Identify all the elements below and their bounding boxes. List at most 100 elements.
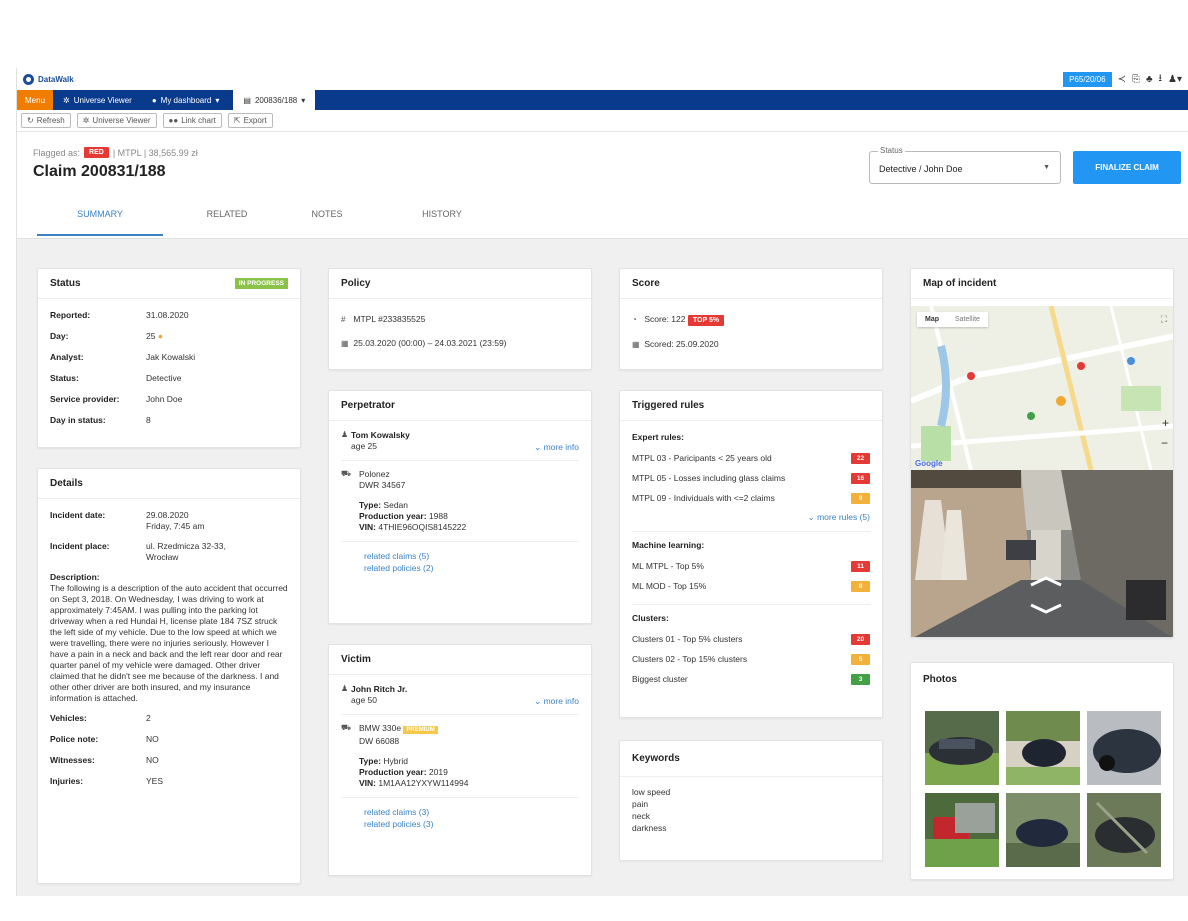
dot-icon: ● (157, 331, 163, 341)
card-title: Perpetrator (341, 400, 395, 411)
tab-history[interactable]: HISTORY (402, 209, 482, 219)
tab-claim[interactable]: ▤ 200836/188 ▾ (233, 90, 316, 110)
photo-thumbnail[interactable] (925, 793, 999, 867)
status-row: Service provider: John Doe (50, 389, 288, 410)
rule-row[interactable]: ML MOD - Top 15% 8 (632, 576, 870, 596)
user-icon[interactable]: ♟▾ (1168, 74, 1182, 85)
photo-thumbnail[interactable] (925, 711, 999, 785)
date-chip[interactable]: P65/20/06 (1063, 71, 1112, 87)
incident-date: 29.08.2020 (146, 510, 189, 520)
rule-row[interactable]: Clusters 02 - Top 15% clusters 5 (632, 649, 870, 669)
share-icon[interactable]: ≺ (1118, 74, 1126, 85)
related-policies-link[interactable]: related policies (2) (364, 562, 579, 574)
more-info-link[interactable]: ⌄ more info (534, 441, 579, 453)
row-key: Vehicles: (50, 713, 87, 723)
bell-icon[interactable]: ♣ (1146, 74, 1153, 85)
toolbar: ↻ Refresh ✲ Universe Viewer ●● Link chart ⇱… (17, 110, 1188, 132)
app-name: DataWalk (38, 74, 74, 84)
photo-thumbnail[interactable] (1006, 793, 1080, 867)
incident-place: ul. Rzedmicza 32-33, (146, 541, 226, 551)
map-type-satellite-button[interactable]: Satellite (947, 312, 988, 327)
tab-notes[interactable]: NOTES (297, 209, 357, 219)
button-label: Export (243, 116, 267, 125)
map-type-map-button[interactable]: Map (917, 312, 947, 327)
rule-row[interactable]: MTPL 03 - Paricipants < 25 years old 22 (632, 448, 870, 468)
refresh-button[interactable]: ↻ Refresh (21, 113, 71, 128)
rule-count-badge: 20 (851, 633, 870, 645)
score-card: Score ◔ Score: 122 TOP 5% ▦ Scored: 25.0… (619, 268, 883, 370)
divider (341, 714, 579, 715)
photo-thumbnail[interactable] (1006, 711, 1080, 785)
universe-viewer-button[interactable]: ✲ Universe Viewer (76, 113, 157, 128)
card-title: Policy (341, 278, 371, 289)
details-card: Details Incident date: 29.08.2020 Friday,… (37, 468, 301, 884)
rule-row[interactable]: Clusters 01 - Top 5% clusters 20 (632, 629, 870, 649)
rule-row[interactable]: MTPL 05 - Losses including glass claims 1… (632, 468, 870, 488)
year-label: Production year: (359, 767, 427, 777)
status-row: Status: Detective (50, 368, 288, 389)
victim-age: age 50 (351, 695, 377, 705)
divider (341, 460, 579, 461)
victim-name: John Ritch Jr. (351, 684, 408, 694)
status-select[interactable]: Status Detective / John Doe ▼ (869, 146, 1061, 184)
zoom-out-icon[interactable]: − (1161, 436, 1168, 450)
tab-summary[interactable]: SUMMARY (37, 209, 163, 219)
export-button[interactable]: ⇱ Export (227, 113, 273, 128)
map-view[interactable]: Map Satellite ⛶ + − Google (911, 306, 1173, 470)
photo-thumbnail[interactable] (1087, 793, 1161, 867)
policy-period: 25.03.2020 (00:00) – 24.03.2021 (23:59) (353, 338, 507, 348)
car-icon: ⛟ (341, 723, 352, 732)
row-value: NO (146, 755, 159, 765)
network-icon: ✲ (82, 116, 90, 125)
download-icon[interactable]: ⭳ (1159, 71, 1163, 88)
rule-count-badge: 9 (851, 492, 870, 504)
expert-rules-list: MTPL 03 - Paricipants < 25 years old 22 MT… (632, 448, 870, 508)
rule-count-badge: 16 (851, 472, 870, 484)
rule-row[interactable]: ML MTPL - Top 5% 11 (632, 556, 870, 576)
zoom-in-icon[interactable]: + (1162, 416, 1169, 430)
card-title: Map of incident (923, 278, 997, 289)
person-icon: ♟ (341, 684, 349, 693)
tab-my-dashboard[interactable]: ● My dashboard ▾ (142, 90, 230, 110)
more-rules-link[interactable]: ⌄ more rules (5) (632, 511, 870, 523)
copy-icon[interactable]: ⎘ (1132, 74, 1140, 85)
rule-row[interactable]: MTPL 09 - Individuals with <=2 claims 9 (632, 488, 870, 508)
rule-label: ML MOD - Top 15% (632, 581, 707, 591)
status-row: Reported: 31.08.2020 (50, 305, 288, 326)
rule-label: MTPL 09 - Individuals with <=2 claims (632, 493, 775, 503)
keywords-card: Keywords low speed pain neck darkness (619, 740, 883, 861)
tab-label: 200836/188 (254, 95, 298, 105)
cluster-rules-list: Clusters 01 - Top 5% clusters 20 Clusters … (632, 629, 870, 689)
row-key: Police note: (50, 734, 99, 744)
page-title: Claim 200831/188 (33, 163, 166, 180)
row-value: 31.08.2020 (146, 310, 189, 320)
street-view[interactable] (911, 470, 1173, 637)
more-info-link[interactable]: ⌄ more info (534, 695, 579, 707)
status-card: Status IN PROGRESS Reported: 31.08.2020 Da… (37, 268, 301, 448)
photo-thumbnail[interactable] (1087, 711, 1161, 785)
flag-badge: RED (84, 147, 109, 158)
year-value: 1988 (428, 511, 448, 521)
menu-button[interactable]: Menu (17, 90, 54, 110)
row-value: NO (146, 734, 159, 744)
street-view-drawing (911, 470, 1173, 637)
fullscreen-icon[interactable]: ⛶ (1161, 314, 1167, 325)
top-bar: DataWalk P65/20/06 ≺ ⎘ ♣ ⭳ ♟▾ (17, 68, 1188, 90)
link-chart-button[interactable]: ●● Link chart (162, 113, 222, 128)
tab-universe-viewer[interactable]: ✲ Universe Viewer (53, 90, 142, 110)
related-claims-link[interactable]: related claims (5) (364, 550, 579, 562)
incident-time: Friday, 7:45 am (146, 521, 205, 531)
related-claims-link[interactable]: related claims (3) (364, 806, 579, 818)
rule-count-badge: 5 (851, 653, 870, 665)
row-value: 2 (146, 713, 151, 723)
rule-row[interactable]: Biggest cluster 3 (632, 669, 870, 689)
app-logo[interactable]: DataWalk (23, 73, 74, 85)
related-policies-link[interactable]: related policies (3) (364, 818, 579, 830)
tab-label: Universe Viewer (73, 95, 132, 105)
network-icon: ✲ (63, 95, 70, 105)
finalize-claim-button[interactable]: FINALIZE CLAIM (1073, 151, 1181, 184)
tab-related[interactable]: RELATED (177, 209, 277, 219)
refresh-icon: ↻ (27, 116, 34, 125)
gauge-icon: ◔ (632, 315, 637, 324)
car-plate: DW 66088 (359, 736, 400, 746)
